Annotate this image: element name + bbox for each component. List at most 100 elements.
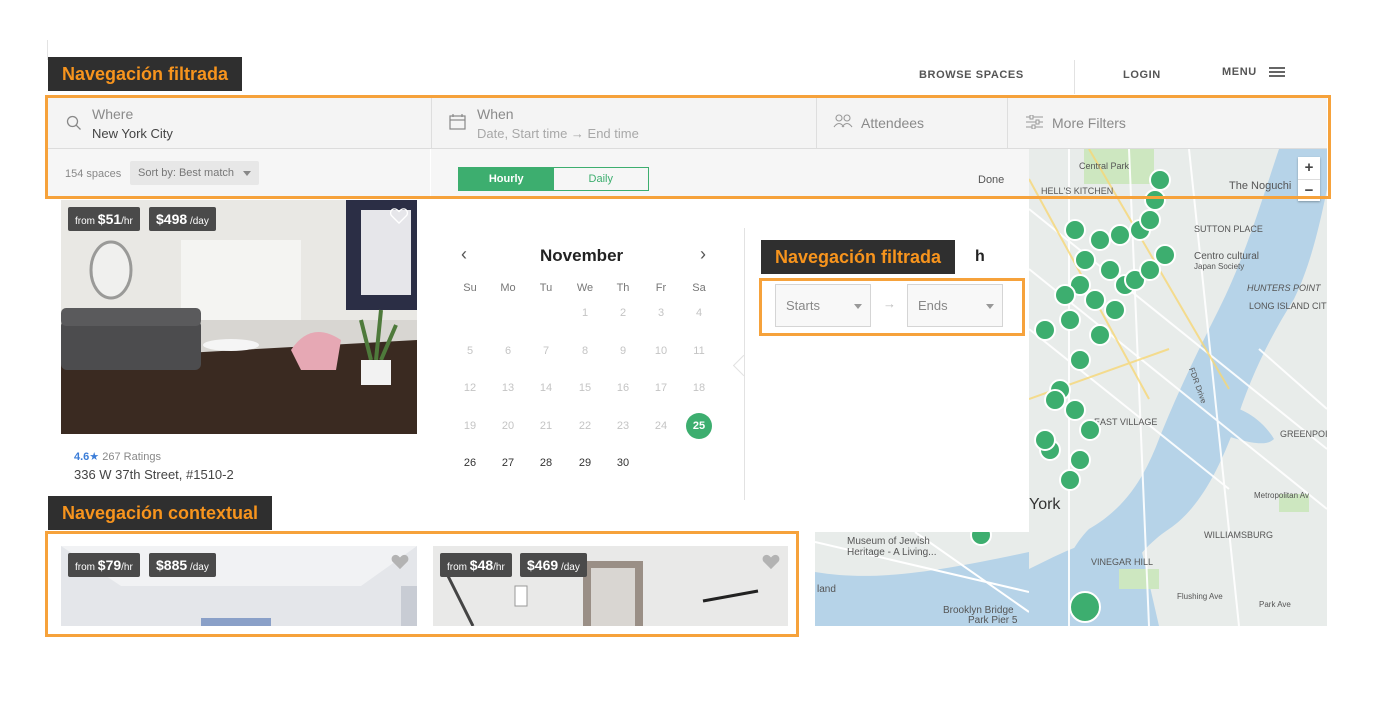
sort-value: Best match [178, 167, 234, 179]
menu-button[interactable]: MENU [1222, 66, 1285, 78]
map-pin[interactable] [1064, 219, 1086, 241]
browse-spaces-link[interactable]: BROWSE SPACES [919, 69, 1024, 81]
chevron-down-icon [243, 170, 252, 176]
map-pin[interactable] [1089, 324, 1111, 346]
calendar-day[interactable]: 15 [570, 375, 600, 401]
map-pin[interactable] [1074, 249, 1096, 271]
calendar-day[interactable]: 9 [608, 338, 638, 364]
daily-tab[interactable]: Daily [554, 168, 649, 190]
map-pin[interactable] [1089, 229, 1111, 251]
map-pin[interactable] [1034, 319, 1056, 341]
calendar-day[interactable]: 29 [570, 450, 600, 476]
done-button[interactable]: Done [978, 174, 1004, 186]
calendar-day[interactable]: 7 [531, 338, 561, 364]
prev-month-button[interactable]: ‹ [461, 244, 467, 265]
map-pin[interactable] [1034, 429, 1056, 451]
sort-dropdown[interactable]: Sort by: Best match [130, 161, 260, 185]
calendar-day[interactable]: 2 [608, 300, 638, 326]
calendar-day[interactable]: 19 [455, 413, 485, 439]
next-month-button[interactable]: › [700, 244, 706, 265]
booking-mode-toggle: Hourly Daily [458, 167, 649, 191]
map-pin[interactable] [1069, 449, 1091, 471]
map-pin[interactable] [1139, 259, 1161, 281]
calendar-month: November [540, 246, 624, 265]
when-field[interactable]: When Date, Start time → End time [432, 97, 817, 148]
calendar-day[interactable]: 20 [493, 413, 523, 439]
calendar-day[interactable]: 12 [455, 375, 485, 401]
when-label: When [477, 106, 514, 122]
map-pin[interactable] [1044, 389, 1066, 411]
hourly-price: $51 [97, 211, 122, 227]
apartment-interior-image [61, 200, 417, 434]
zoom-out-button[interactable]: − [1298, 180, 1320, 201]
map-pin[interactable] [1084, 289, 1106, 311]
daily-unit: /day [189, 562, 209, 573]
calendar-divider [744, 228, 745, 500]
calendar-day[interactable]: 11 [684, 338, 714, 364]
from-label: from [75, 562, 95, 573]
calendar-day[interactable]: 26 [455, 450, 485, 476]
map-pin[interactable] [1059, 309, 1081, 331]
map-pin[interactable] [1059, 469, 1081, 491]
attendees-field[interactable]: Attendees [817, 97, 1008, 148]
hourly-tab[interactable]: Hourly [459, 168, 554, 190]
map-pin[interactable] [1069, 349, 1091, 371]
map-pin[interactable] [1139, 209, 1161, 231]
calendar-day[interactable]: 25 [686, 413, 712, 439]
starts-select[interactable]: Starts [775, 284, 871, 327]
heart-icon[interactable] [391, 554, 409, 570]
daily-price: $469 [527, 557, 559, 573]
calendar-day[interactable]: 28 [531, 450, 561, 476]
calendar-day[interactable]: 30 [608, 450, 638, 476]
more-filters-button[interactable]: More Filters [1008, 97, 1327, 148]
map-pin[interactable] [1149, 169, 1171, 191]
weekday-header: We [576, 282, 594, 294]
listing-photo[interactable]: from $51/hr $498 /day [61, 200, 417, 434]
calendar-day[interactable]: 18 [684, 375, 714, 401]
login-link[interactable]: LOGIN [1123, 69, 1161, 81]
calendar-day[interactable]: 6 [493, 338, 523, 364]
rating-row: 4.6★ 267 Ratings [74, 450, 161, 463]
daily-price-badge: $498 /day [149, 207, 216, 231]
calendar-day[interactable]: 14 [531, 375, 561, 401]
calendar-day[interactable]: 3 [646, 300, 676, 326]
search-icon [66, 115, 81, 130]
calendar-day[interactable]: 4 [684, 300, 714, 326]
ends-select[interactable]: Ends [907, 284, 1003, 327]
calendar-day[interactable]: 27 [493, 450, 523, 476]
listing-photo[interactable]: from $48/hr $469 /day [433, 546, 788, 626]
calendar-day[interactable]: 21 [531, 413, 561, 439]
heart-icon[interactable] [390, 208, 408, 224]
map-pin[interactable] [1104, 299, 1126, 321]
listing-photo[interactable]: from $79/hr $885 /day [61, 546, 417, 626]
daily-price-badge: $885 /day [149, 553, 216, 577]
calendar-day[interactable]: 16 [608, 375, 638, 401]
calendar-day[interactable]: 22 [570, 413, 600, 439]
map-label: Metropolitan Av [1254, 491, 1309, 500]
daily-price: $498 [156, 211, 188, 227]
map-pin[interactable] [1069, 591, 1101, 623]
calendar-day[interactable]: 8 [570, 338, 600, 364]
calendar-day[interactable]: 17 [646, 375, 676, 401]
calendar-day[interactable]: 1 [570, 300, 600, 326]
calendar-day[interactable]: 13 [493, 375, 523, 401]
where-field[interactable]: Where New York City [48, 97, 432, 148]
heart-icon[interactable] [762, 554, 780, 570]
more-filters-label: More Filters [1052, 115, 1126, 131]
zoom-in-button[interactable]: + [1298, 157, 1320, 180]
map-pin[interactable] [1064, 399, 1086, 421]
calendar-day[interactable]: 24 [646, 413, 676, 439]
attendees-icon [833, 114, 853, 128]
map-label: Japan Society [1194, 262, 1245, 271]
weekday-header: Mo [500, 282, 516, 294]
calendar-day[interactable]: 23 [608, 413, 638, 439]
calendar-day[interactable]: 10 [646, 338, 676, 364]
map-lower-section[interactable]: Museum of Jewish Heritage - A Living... … [815, 532, 1029, 626]
map-pin[interactable] [1079, 419, 1101, 441]
map-pin[interactable] [1054, 284, 1076, 306]
map-pin[interactable] [1144, 189, 1166, 211]
map[interactable]: Central Park HELL'S KITCHEN The Noguchi … [1029, 149, 1327, 626]
calendar-day[interactable]: 5 [455, 338, 485, 364]
map-pin[interactable] [1109, 224, 1131, 246]
listing-address[interactable]: 336 W 37th Street, #1510-2 [74, 467, 234, 482]
